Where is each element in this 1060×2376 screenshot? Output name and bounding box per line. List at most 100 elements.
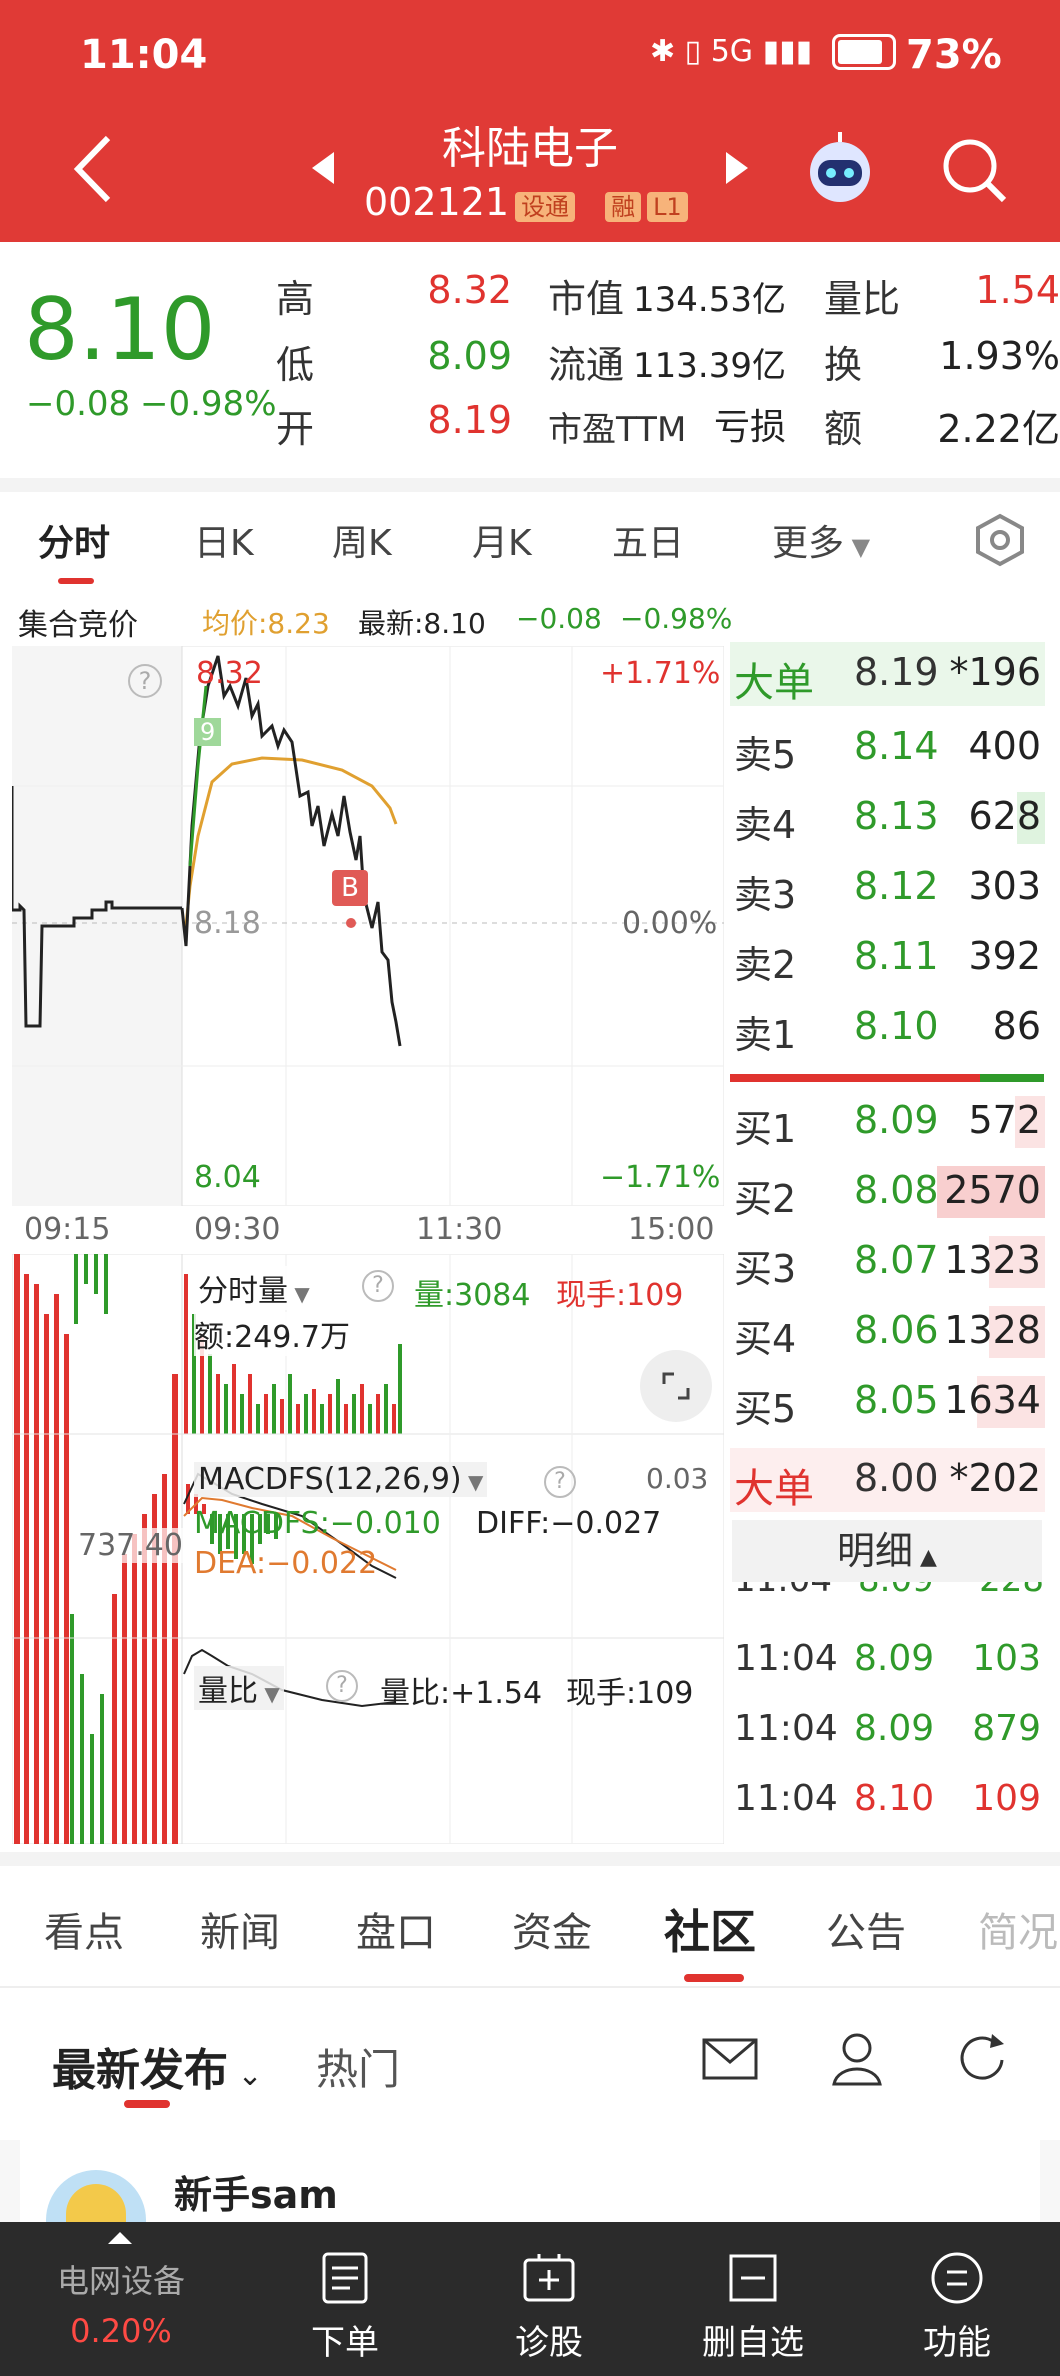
post-username[interactable]: 新手sam — [174, 2164, 338, 2219]
big-order-label: 大单 — [734, 660, 814, 706]
ask-vol: 628 — [968, 794, 1041, 838]
tab-more[interactable]: 更多 ▼ — [772, 514, 870, 566]
tab-daily-k[interactable]: 日K — [194, 514, 254, 566]
ask-row-2: 卖2 8.11 392 — [730, 926, 1045, 990]
settings-icon[interactable] — [972, 512, 1028, 568]
sector-ticker-pct: 0.20% — [70, 2312, 172, 2350]
volume-value: 量:3084 — [414, 1278, 531, 1313]
section-divider — [0, 478, 1060, 492]
chevron-down-icon: ▼ — [844, 533, 871, 561]
open-value: 8.19 — [427, 398, 512, 442]
trade-detail-toggle[interactable]: 明细 ▲ — [732, 1520, 1042, 1582]
volratio-value: 1.54 — [975, 268, 1060, 312]
high-label: 高 — [276, 277, 315, 321]
stock-code-line: 002121 设通融 L1 — [364, 180, 688, 224]
help-icon[interactable]: ? — [128, 664, 162, 698]
big-order-price: 8.00 — [854, 1456, 939, 1500]
refresh-icon[interactable] — [954, 2030, 1012, 2088]
chart-top-price: 8.32 — [196, 656, 263, 691]
bid-row-1: 买1 8.09 572 — [730, 1090, 1045, 1154]
ask-vol: 303 — [968, 864, 1041, 908]
caret-up-icon — [108, 2232, 132, 2244]
tab-community[interactable]: 社区 — [664, 1896, 756, 1962]
order-icon — [322, 2252, 368, 2304]
ask-price: 8.10 — [854, 1004, 939, 1048]
post-card[interactable] — [20, 2140, 1040, 2222]
big-order-label: 大单 — [734, 1466, 814, 1512]
nav-place-order[interactable]: 下单 — [260, 2250, 430, 2364]
search-icon[interactable] — [940, 136, 1010, 206]
tab-five-day[interactable]: 五日 — [612, 514, 684, 566]
intraday-price-chart[interactable] — [12, 646, 724, 1206]
help-icon[interactable]: ? — [326, 1670, 358, 1702]
float-label: 流通 — [548, 343, 625, 387]
time-label: 15:00 — [628, 1212, 715, 1247]
chevron-up-icon: ▲ — [913, 1545, 937, 1570]
macdfs-value: MACDFS:−0.010 — [194, 1506, 441, 1541]
diagnose-icon — [523, 2254, 575, 2302]
bid-price: 8.06 — [854, 1308, 939, 1352]
tab-monthly-k[interactable]: 月K — [472, 514, 532, 566]
sector-ticker-name[interactable]: 电网设备 — [0, 2256, 242, 2302]
trade-row-partial: 11:04 8.09 228 — [730, 1582, 1045, 1606]
left-axis-value: 737.40 — [78, 1528, 183, 1563]
macd-title: MACDFS(12,26,9) — [198, 1462, 462, 1497]
bid-price: 8.07 — [854, 1238, 939, 1282]
chart-bottom-price: 8.04 — [194, 1160, 261, 1195]
filter-active-indicator — [124, 2100, 170, 2108]
nav-label: 下单 — [311, 2323, 379, 2363]
last-price: 8.10 — [24, 280, 216, 380]
ask-vol: 392 — [968, 934, 1041, 978]
tab-news[interactable]: 新闻 — [200, 1900, 280, 1958]
tab-funds[interactable]: 资金 — [512, 1900, 592, 1958]
chart-top-pct: +1.71% — [600, 656, 721, 691]
help-icon[interactable]: ? — [362, 1270, 394, 1302]
help-icon[interactable]: ? — [544, 1466, 576, 1498]
ask-price: 8.11 — [854, 934, 939, 978]
trade-vol: 228 — [979, 1582, 1044, 1600]
ask-label: 卖3 — [734, 873, 797, 917]
filter-hot[interactable]: 热门 — [316, 2036, 400, 2097]
macd-indicator-select[interactable]: MACDFS(12,26,9) ▼ — [194, 1462, 488, 1497]
section-divider — [0, 1852, 1060, 1866]
message-icon[interactable] — [700, 2034, 760, 2084]
ask-label: 卖5 — [734, 733, 797, 777]
tab-announcements[interactable]: 公告 — [826, 1900, 906, 1958]
bid-ask-ratio-bar-red — [730, 1074, 980, 1082]
tab-intraday[interactable]: 分时 — [38, 514, 110, 566]
bid-vol: 1328 — [944, 1308, 1041, 1352]
nav-functions[interactable]: 功能 — [872, 2250, 1042, 2364]
stock-code: 002121 — [364, 180, 510, 224]
tab-profile[interactable]: 简况 — [978, 1900, 1060, 1958]
current-hand: 现手:109 — [556, 1278, 684, 1313]
volratio-indicator-select[interactable]: 量比 ▼ — [194, 1666, 284, 1710]
nav-diagnose[interactable]: 诊股 — [464, 2250, 634, 2364]
volume-indicator-select[interactable]: 分时量 ▼ — [194, 1266, 314, 1310]
auction-shade — [12, 646, 182, 1206]
volume-title: 分时量 — [198, 1274, 288, 1309]
dea-value: DEA:−0.022 — [194, 1546, 378, 1581]
user-icon[interactable] — [830, 2030, 884, 2086]
next-stock-icon[interactable] — [724, 150, 750, 186]
trade-row: 11:04 8.09 879 — [730, 1700, 1045, 1764]
ask-row-1: 卖1 8.10 86 — [730, 996, 1045, 1060]
nav-remove-watchlist[interactable]: 删自选 — [668, 2250, 838, 2364]
ask-label: 卖4 — [734, 803, 797, 847]
sell-marker: 9 — [194, 718, 222, 746]
nav-label: 删自选 — [702, 2323, 804, 2363]
price-change: −0.08 — [26, 384, 131, 424]
big-buy-row: 大单 8.00 *202 — [730, 1448, 1045, 1512]
volume-amount: 额:249.7万 — [194, 1312, 350, 1356]
tab-highlights[interactable]: 看点 — [44, 1900, 124, 1958]
ask-row-4: 卖4 8.13 628 — [730, 786, 1045, 850]
trade-row: 11:04 8.09 103 — [730, 1630, 1045, 1694]
robot-assistant-icon[interactable] — [800, 128, 880, 208]
bid-row-5: 买5 8.05 1634 — [730, 1370, 1045, 1434]
bid-label: 买3 — [734, 1247, 797, 1291]
tab-market[interactable]: 盘口 — [356, 1900, 436, 1958]
ask-label: 卖2 — [734, 943, 797, 987]
pe-value: 亏损 — [713, 407, 786, 448]
filter-latest[interactable]: 最新发布 ⌄ — [52, 2034, 263, 2098]
fullscreen-button[interactable] — [640, 1350, 712, 1422]
tab-weekly-k[interactable]: 周K — [332, 514, 392, 566]
